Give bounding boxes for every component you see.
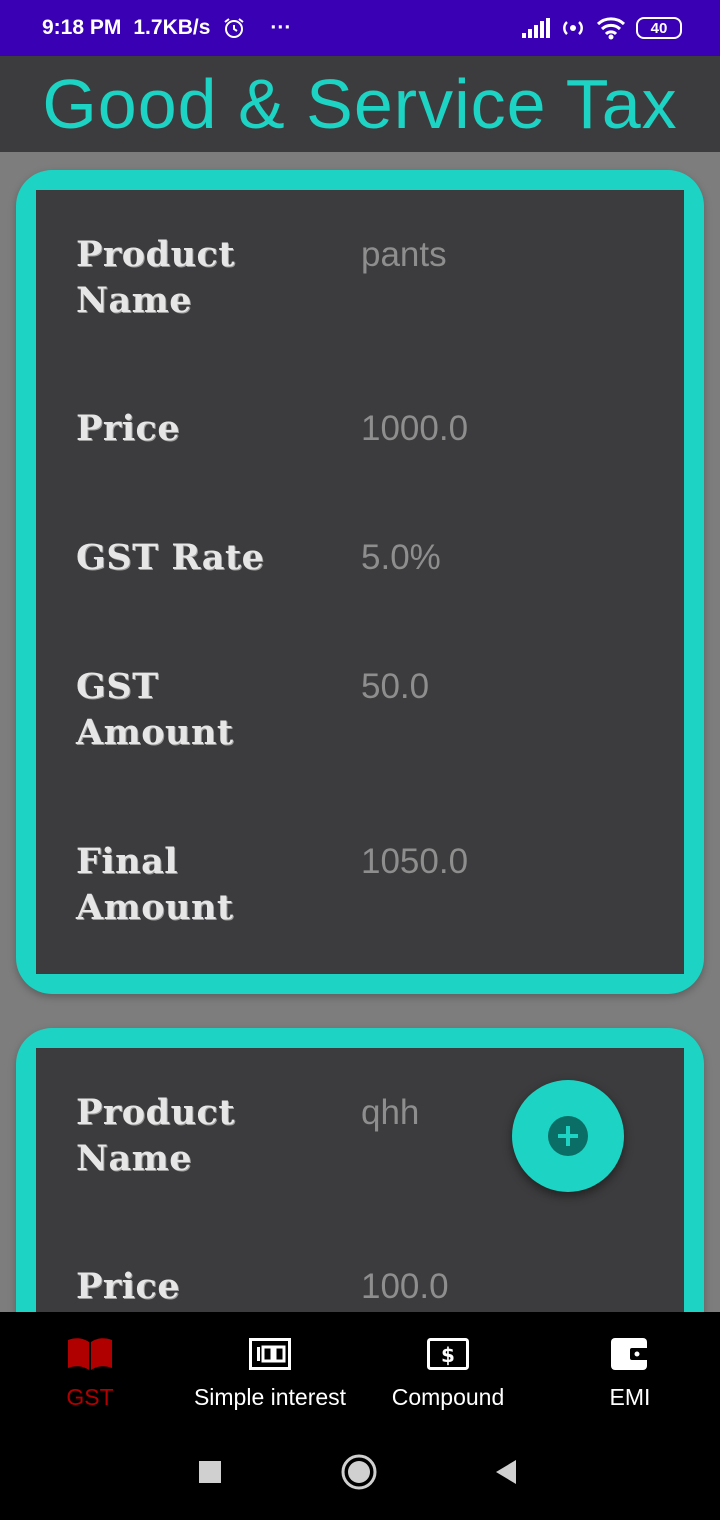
app-header: Good & Service Tax (0, 56, 720, 152)
status-bar: 9:18 PM 1.7KB/s ··· 40 (0, 0, 720, 56)
book-icon (66, 1334, 114, 1374)
hotspot-icon (560, 16, 586, 40)
more-notifications-icon: ··· (270, 16, 292, 39)
price-value: 100.0 (361, 1267, 449, 1306)
alarm-icon (222, 16, 246, 40)
nav-label-gst: GST (66, 1384, 114, 1410)
system-navigation-bar (0, 1424, 720, 1520)
nav-label-simple-interest: Simple interest (193, 1384, 347, 1410)
add-button[interactable] (512, 1080, 624, 1192)
product-name-value: qhh (361, 1093, 420, 1132)
price-label: Price (76, 1266, 181, 1307)
gst-result-card[interactable]: Product Name pants Price 1000.0 GST Rate… (16, 170, 704, 994)
hundred-icon (249, 1334, 291, 1374)
gst-amount-label: GST Amount (76, 666, 234, 753)
product-name-label: Product Name (76, 234, 236, 321)
gst-amount-value: 50.0 (361, 667, 430, 706)
wifi-icon (596, 16, 626, 40)
nav-item-compound[interactable]: $ Compound (380, 1312, 516, 1424)
wallet-icon (610, 1334, 650, 1374)
product-name-value: pants (361, 235, 447, 274)
results-list[interactable]: Product Name pants Price 1000.0 GST Rate… (0, 152, 720, 1312)
nav-label-emi: EMI (609, 1384, 651, 1410)
status-time: 9:18 PM (42, 16, 122, 39)
card-body: Product Name pants Price 1000.0 GST Rate… (36, 190, 684, 974)
back-button[interactable] (494, 1459, 518, 1490)
nav-label-compound: Compound (391, 1384, 505, 1410)
price-label: Price (76, 408, 181, 449)
recents-button[interactable] (198, 1460, 222, 1489)
nav-item-gst[interactable]: GST (40, 1312, 140, 1424)
nav-item-simple-interest[interactable]: Simple interest (180, 1312, 360, 1424)
bottom-navigation: GST Simple interest $ Compound EMI (0, 1312, 720, 1424)
plus-icon (548, 1116, 588, 1156)
price-value: 1000.0 (361, 409, 469, 448)
gst-rate-label: GST Rate (76, 537, 265, 578)
signal-icon (522, 18, 550, 38)
product-name-label: Product Name (76, 1092, 236, 1179)
status-network-speed: 1.7KB/s (133, 16, 211, 39)
gst-rate-value: 5.0% (361, 538, 441, 577)
final-amount-label: Final Amount (76, 841, 234, 928)
battery-icon: 40 (636, 17, 682, 39)
page-title: Good & Service Tax (42, 65, 678, 143)
final-amount-value: 1050.0 (361, 842, 469, 881)
dollar-icon: $ (427, 1334, 469, 1374)
svg-text:$: $ (441, 1343, 455, 1367)
home-button[interactable] (341, 1454, 377, 1495)
nav-item-emi[interactable]: EMI (580, 1312, 680, 1424)
